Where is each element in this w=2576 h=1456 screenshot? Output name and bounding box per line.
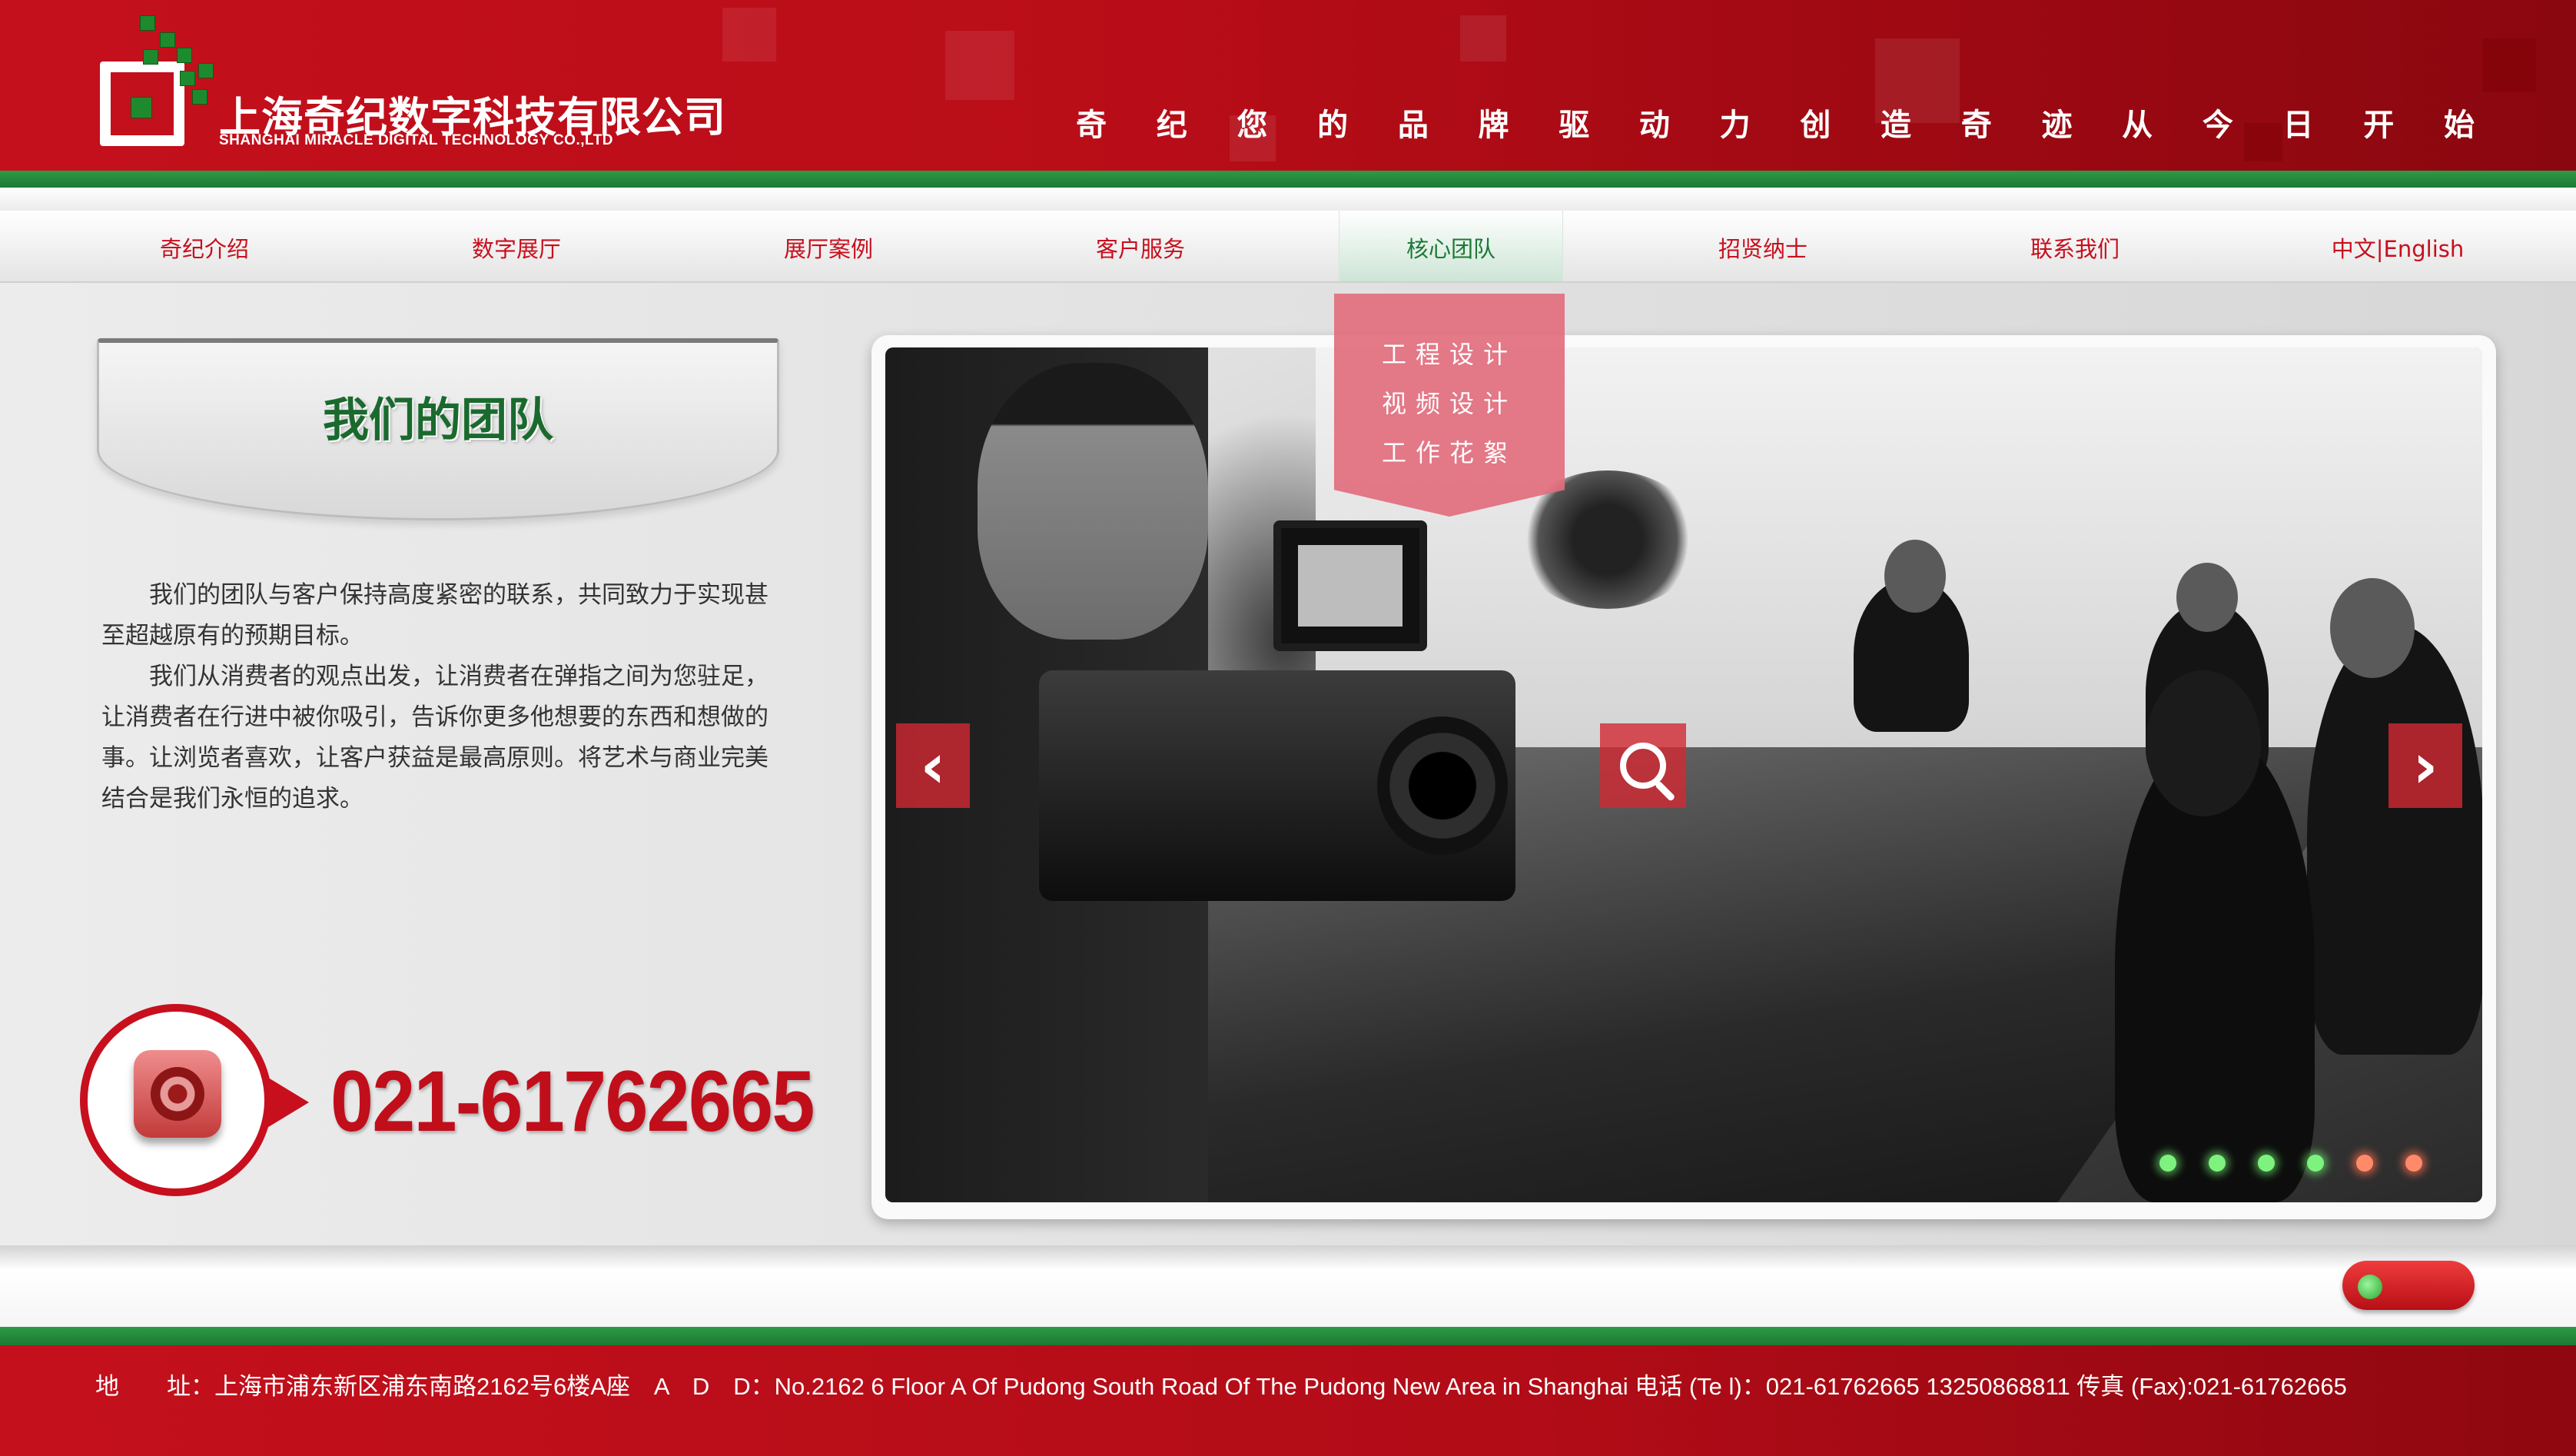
slide-dot-5[interactable] (2356, 1155, 2373, 1172)
chevron-right-icon: › (2412, 730, 2438, 802)
nav-item-team[interactable]: 核心团队 (1339, 211, 1563, 281)
nav-item-cases[interactable]: 展厅案例 (713, 211, 944, 281)
slide-dot-4[interactable] (2307, 1155, 2324, 1172)
footer-green-stripe (0, 1327, 2576, 1345)
nav-item-service[interactable]: 客户服务 (1025, 211, 1256, 281)
slideshow: ‹ › (871, 335, 2496, 1219)
slideshow-prev-button[interactable]: ‹ (896, 723, 970, 808)
slogan: 奇纪您 的品牌 驱动力 创造奇 迹从今 日开始 (1076, 108, 2475, 143)
slideshow-next-button[interactable]: › (2388, 723, 2462, 808)
intro-paragraph-1: 我们的团队与客户保持高度紧密的联系，共同致力于实现甚至超越原有的预期目标。 (101, 581, 768, 650)
chevron-left-icon: ‹ (920, 730, 946, 802)
header: 上海奇纪数字科技有限公司 SHANGHAI MIRACLE DIGITAL TE… (0, 0, 2576, 171)
nav-item-careers[interactable]: 招贤纳士 (1648, 211, 1878, 281)
slideshow-zoom-button[interactable] (1600, 723, 1686, 808)
slide-dot-2[interactable] (2209, 1155, 2226, 1172)
phone-number: 021-61762665 (330, 1053, 815, 1149)
header-divider (0, 188, 2576, 211)
magnifier-icon (1620, 743, 1666, 789)
submenu-video-design[interactable]: 视频设计 (1334, 384, 1565, 420)
company-logo[interactable] (100, 15, 223, 146)
team-submenu: 工程设计 视频设计 工作花絮 (1334, 294, 1565, 517)
footer: 地 址：上海市浦东新区浦东南路2162号6楼A座 A D D：No.2162 6… (0, 1345, 2576, 1456)
toggle-knob (2358, 1275, 2382, 1299)
slide-dot-3[interactable] (2258, 1155, 2275, 1172)
slide-dot-6[interactable] (2405, 1155, 2422, 1172)
phone-badge-pointer (266, 1076, 309, 1129)
nav-item-digital-showroom[interactable]: 数字展厅 (401, 211, 632, 281)
slideshow-pagination (2159, 1155, 2422, 1172)
submenu-behind-the-scenes[interactable]: 工作花絮 (1334, 434, 1565, 469)
team-intro: 我们的团队与客户保持高度紧密的联系，共同致力于实现甚至超越原有的预期目标。 我们… (101, 575, 778, 819)
footer-address: 地 址：上海市浦东新区浦东南路2162号6楼A座 A D D：No.2162 6… (95, 1373, 2347, 1400)
company-name-en: SHANGHAI MIRACLE DIGITAL TECHNOLOGY CO.,… (219, 132, 614, 148)
phone-badge (80, 1004, 272, 1196)
team-title-panel: 我们的团队 (97, 338, 779, 520)
page-title: 我们的团队 (323, 394, 553, 447)
telephone-icon (134, 1050, 221, 1138)
submenu-engineering-design[interactable]: 工程设计 (1334, 335, 1565, 371)
nav-item-contact[interactable]: 联系我们 (1960, 211, 2190, 281)
toggle-switch[interactable] (2342, 1261, 2475, 1310)
intro-paragraph-2: 我们从消费者的观点出发，让消费者在弹指之间为您驻足，让消费者在行进中被你吸引，告… (101, 663, 768, 813)
nav-item-about[interactable]: 奇纪介绍 (89, 211, 320, 281)
main-nav: 奇纪介绍 数字展厅 展厅案例 客户服务 核心团队 招贤纳士 联系我们 中文|En… (0, 211, 2576, 283)
slideshow-image[interactable]: ‹ › (885, 347, 2482, 1202)
footer-band (0, 1245, 2576, 1327)
slide-dot-1[interactable] (2159, 1155, 2176, 1172)
header-green-stripe (0, 171, 2576, 188)
language-switch[interactable]: 中文|English (2267, 211, 2528, 281)
